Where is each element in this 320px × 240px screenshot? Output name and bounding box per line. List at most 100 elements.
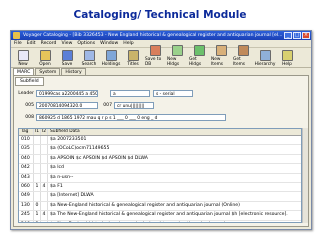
cell-data[interactable]: $a (OCoLC)ocm71149655 [48, 145, 301, 153]
toolbar-button-get-items[interactable]: Get Items [233, 45, 253, 67]
cell-i2[interactable]: 4 [41, 182, 48, 192]
table-row[interactable]: 245 1 4 $a The New-England historical & gen… [19, 211, 301, 221]
cell-data[interactable]: $a lcd [48, 164, 301, 172]
maximize-button[interactable]: □ [293, 32, 301, 39]
cell-data[interactable]: $a F1 [48, 183, 301, 191]
window-titlebar: Voyager Cataloging - [Bib 3326453 - New … [11, 31, 311, 40]
cell-i1[interactable]: 3 [34, 220, 41, 222]
table-row[interactable]: 042 $a lcd [19, 164, 301, 174]
bib-level-select[interactable]: s - serial [153, 90, 193, 97]
table-row[interactable]: 010 $a 2007233501 [19, 136, 301, 146]
cell-tag[interactable]: 049 [19, 192, 34, 201]
field-007[interactable]: cr unu||||||||| [114, 102, 154, 109]
cell-data[interactable]: $a 2007233501 [48, 136, 301, 144]
cell-i2[interactable]: 4 [41, 211, 48, 220]
cell-i2[interactable] [41, 220, 48, 222]
toolbar-label: Search [81, 62, 97, 67]
table-row[interactable]: 040 $a APSOIN $c APSOIN $d APSOIN $d DLWA [19, 154, 301, 165]
toolbar-button-hierarchy[interactable]: Hierarchy [255, 50, 275, 67]
cell-tag[interactable]: 042 [19, 164, 34, 173]
cell-i1[interactable]: 1 [34, 182, 41, 192]
cell-i1[interactable]: 0 [34, 201, 41, 211]
table-row[interactable]: 043 $a n-usn-- [19, 173, 301, 183]
toolbar-button-get-holdings[interactable]: Get Hldgs [189, 45, 209, 67]
col-subfield-data[interactable]: Subfield Data [48, 129, 301, 135]
table-row[interactable]: 035 $a (OCoLC)ocm71149655 [19, 145, 301, 155]
grid-scrollbar[interactable] [302, 128, 308, 223]
cell-tag[interactable]: 035 [19, 145, 34, 154]
cell-tag[interactable]: 043 [19, 173, 34, 182]
cell-i2[interactable] [41, 136, 48, 145]
field-005[interactable]: 20070814094320.0 [36, 102, 98, 109]
toolbar-button-search[interactable]: Search [79, 50, 99, 67]
cell-tag[interactable]: 010 [19, 136, 34, 145]
menu-record[interactable]: Record [41, 40, 57, 47]
close-button[interactable]: × [302, 32, 310, 39]
cell-i2[interactable] [41, 164, 48, 173]
leader-field[interactable]: 01999cas a2200445 a 4500 [36, 90, 98, 97]
minimize-button[interactable]: _ [284, 32, 292, 39]
table-row[interactable]: 130 0 $a New-England historical & genealog… [19, 201, 301, 212]
toolbar-button-help[interactable]: Help [277, 50, 297, 67]
toolbar-label: Open [39, 62, 51, 67]
cell-i2[interactable] [41, 201, 48, 211]
cell-data[interactable]: $a [Internet] DLWA [48, 192, 301, 200]
cell-i1[interactable] [34, 136, 41, 145]
toolbar-button-new-items[interactable]: New Items [211, 45, 231, 67]
cell-i1[interactable]: 1 [34, 211, 41, 220]
new-holdings-icon [171, 45, 183, 56]
table-row[interactable]: 2463 $a New England historical and geneal… [19, 220, 301, 223]
cell-i2[interactable] [41, 173, 48, 182]
field-005-label: 005 [25, 103, 34, 108]
menu-edit[interactable]: Edit [27, 40, 36, 47]
cell-data[interactable]: $a New England historical and genealogic… [48, 221, 301, 223]
cell-tag[interactable]: 060 [19, 182, 34, 192]
toolbar-button-open[interactable]: Open [35, 50, 55, 67]
toolbar-button-save-db[interactable]: Save to DB [145, 45, 165, 67]
toolbar-button-new[interactable]: New [13, 50, 33, 67]
cell-data[interactable]: $a The New-England historical & genealog… [48, 211, 301, 219]
cell-i1[interactable] [34, 145, 41, 154]
titles-icon [127, 50, 139, 61]
toolbar-label: New Hldgs [167, 57, 180, 67]
cell-i2[interactable] [41, 145, 48, 154]
menu-options[interactable]: Options [77, 40, 95, 47]
toolbar-button-new-holdings[interactable]: New Hldgs [167, 45, 187, 67]
get-holdings-icon [193, 45, 205, 56]
menu-window[interactable]: Window [100, 40, 118, 47]
cell-tag[interactable]: 130 [19, 201, 34, 211]
cell-data[interactable]: $a APSOIN $c APSOIN $d APSOIN $d DLWA [48, 155, 301, 163]
cell-i2[interactable] [41, 154, 48, 164]
col-i1[interactable]: I1 [34, 129, 41, 135]
cell-i1[interactable] [34, 164, 41, 173]
field-007-label: 007 [103, 103, 112, 108]
toolbar-button-titles[interactable]: Titles [123, 50, 143, 67]
toolbar-button-holdings[interactable]: Holdings [101, 50, 121, 67]
field-008[interactable]: 860925 d 1865 1972 mau q r p s 1 ___ 0 _… [36, 114, 226, 121]
table-row[interactable]: 060 1 4 $a F1 [19, 182, 301, 193]
cell-tag[interactable]: 040 [19, 154, 34, 164]
col-tag[interactable]: Tag [19, 129, 34, 135]
cell-i1[interactable] [34, 192, 41, 201]
cell-data[interactable]: $a New-England historical & genealogical… [48, 202, 301, 210]
toolbar-label: Titles [127, 62, 139, 67]
fixed-fields: Leader 01999cas a2200445 a 4500 a s - se… [18, 89, 304, 125]
toolbar-label: New Items [211, 57, 224, 67]
tab-subfield[interactable]: Subfield [15, 77, 44, 86]
toolbar-button-save[interactable]: Save [57, 50, 77, 67]
new-icon [17, 50, 29, 61]
col-i2[interactable]: I2 [41, 129, 48, 135]
marc-field-grid: Tag I1 I2 Subfield Data 010 $a 2007233501… [18, 128, 302, 223]
type-select[interactable]: a [110, 90, 150, 97]
cell-i1[interactable] [34, 173, 41, 182]
menu-view[interactable]: View [61, 40, 72, 47]
table-row[interactable]: 049 $a [Internet] DLWA [19, 192, 301, 202]
cell-tag[interactable]: 245 [19, 211, 34, 220]
cell-i2[interactable] [41, 192, 48, 201]
menu-help[interactable]: Help [123, 40, 133, 47]
cell-i1[interactable] [34, 154, 41, 164]
cell-tag[interactable]: 246 [19, 220, 34, 222]
menu-file[interactable]: File [14, 40, 22, 47]
window-title: Voyager Cataloging - [Bib 3326453 - New … [23, 33, 283, 38]
cell-data[interactable]: $a n-usn-- [48, 174, 301, 182]
